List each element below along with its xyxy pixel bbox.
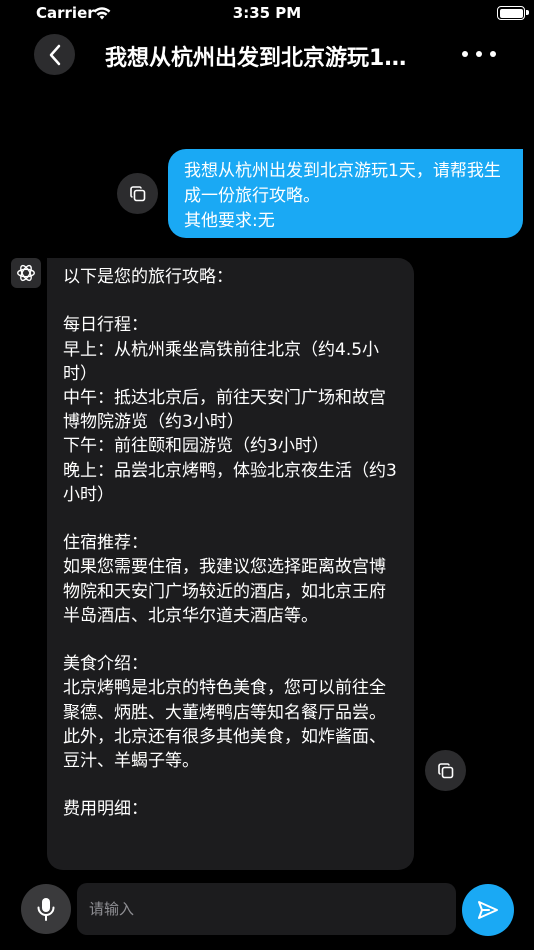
more-dot <box>462 51 468 57</box>
copy-user-message-button[interactable] <box>117 173 158 214</box>
assistant-avatar <box>11 258 41 288</box>
assistant-message-bubble: 以下是您的旅行攻略： 每日行程： 早上：从杭州乘坐高铁前往北京（约4.5小时） … <box>47 258 414 870</box>
status-time: 3:35 PM <box>232 4 302 22</box>
copy-icon <box>437 762 453 778</box>
user-message-bubble: 我想从杭州出发到北京游玩1天，请帮我生成一份旅行攻略。 其他要求:无 <box>168 149 523 238</box>
page-title: 我想从杭州出发到北京游玩1天，请帮我生成一份旅行攻略。 <box>105 46 425 71</box>
status-bar: Carrier 3:35 PM <box>0 0 534 28</box>
copy-icon <box>129 185 145 201</box>
microphone-icon <box>37 898 55 921</box>
more-dot <box>476 51 482 57</box>
mic-button[interactable] <box>21 884 71 934</box>
openai-logo-icon <box>17 264 35 282</box>
assistant-message-text: 以下是您的旅行攻略： 每日行程： 早上：从杭州乘坐高铁前往北京（约4.5小时） … <box>63 267 397 820</box>
battery-cap <box>526 10 529 15</box>
copy-assistant-message-button[interactable] <box>425 750 466 791</box>
battery-icon <box>497 6 529 20</box>
chevron-left-icon <box>49 44 60 65</box>
user-message-text: 我想从杭州出发到北京游玩1天，请帮我生成一份旅行攻略。 其他要求:无 <box>184 161 501 231</box>
message-input[interactable] <box>77 883 456 935</box>
more-dot <box>490 51 496 57</box>
send-button[interactable] <box>462 884 514 936</box>
more-button[interactable] <box>462 42 496 66</box>
battery-fill <box>499 8 523 18</box>
input-bar <box>0 870 534 950</box>
back-button[interactable] <box>34 34 75 75</box>
nav-header: 我想从杭州出发到北京游玩1天，请帮我生成一份旅行攻略。 <box>0 28 534 84</box>
send-icon <box>478 901 498 919</box>
